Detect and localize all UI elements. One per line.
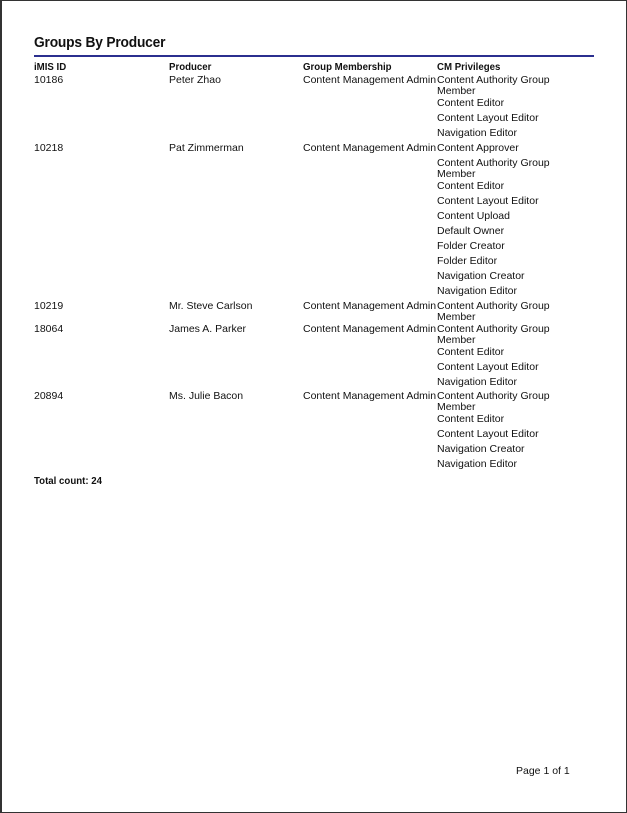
row-privilege: Navigation Editor xyxy=(437,376,517,388)
row-privilege: Content Authority Group Member xyxy=(437,323,550,346)
row-privilege: Folder Creator xyxy=(437,240,505,252)
row-producer: Mr. Steve Carlson xyxy=(169,300,253,312)
row-privilege: Navigation Editor xyxy=(437,458,517,470)
row-privilege: Navigation Editor xyxy=(437,127,517,139)
row-privilege: Content Authority Group Member xyxy=(437,157,550,180)
row-imis-id: 10186 xyxy=(34,74,64,86)
column-header-imis-id: iMIS ID xyxy=(34,61,67,73)
row-group-membership: Content Management Admin xyxy=(303,390,437,402)
total-count: Total count: 24 xyxy=(34,475,102,487)
row-group-membership: Content Management Admin xyxy=(303,142,437,154)
row-privilege: Content Editor xyxy=(437,97,505,109)
row-privilege: Navigation Editor xyxy=(437,285,517,297)
column-header-group-membership: Group Membership xyxy=(303,61,392,73)
report-page: Groups By Producer iMIS ID Producer Grou… xyxy=(0,0,627,813)
row-privilege: Default Owner xyxy=(437,225,505,237)
row-privilege: Content Layout Editor xyxy=(437,112,539,124)
row-privilege: Content Editor xyxy=(437,180,505,192)
row-group-membership: Content Management Admin xyxy=(303,323,437,335)
row-privilege: Content Layout Editor xyxy=(437,361,539,373)
row-producer: James A. Parker xyxy=(169,323,247,335)
row-privilege: Content Authority Group Member xyxy=(437,300,550,323)
row-imis-id: 10219 xyxy=(34,300,64,312)
row-privilege: Content Layout Editor xyxy=(437,195,539,207)
row-privilege: Navigation Creator xyxy=(437,270,525,282)
row-group-membership: Content Management Admin xyxy=(303,300,437,312)
row-privilege: Content Authority Group Member xyxy=(437,74,550,97)
row-producer: Ms. Julie Bacon xyxy=(169,390,244,402)
page-number: Page 1 of 1 xyxy=(516,765,570,777)
row-privilege: Content Layout Editor xyxy=(437,428,539,440)
row-producer: Peter Zhao xyxy=(169,74,221,86)
report-title: Groups By Producer xyxy=(34,35,166,51)
row-group-membership: Content Management Admin xyxy=(303,74,437,86)
title-rule xyxy=(34,55,594,57)
row-producer: Pat Zimmerman xyxy=(169,142,244,154)
row-privilege: Content Editor xyxy=(437,346,505,358)
column-header-producer: Producer xyxy=(169,61,212,73)
row-privilege: Content Authority Group Member xyxy=(437,390,550,413)
row-imis-id: 10218 xyxy=(34,142,64,154)
row-privilege: Content Editor xyxy=(437,413,505,425)
row-privilege: Content Approver xyxy=(437,142,519,154)
row-privilege: Content Upload xyxy=(437,210,510,222)
row-imis-id: 20894 xyxy=(34,390,64,402)
row-privilege: Navigation Creator xyxy=(437,443,525,455)
row-privilege: Folder Editor xyxy=(437,255,498,267)
row-imis-id: 18064 xyxy=(34,323,64,335)
column-header-cm-privileges: CM Privileges xyxy=(437,61,501,73)
